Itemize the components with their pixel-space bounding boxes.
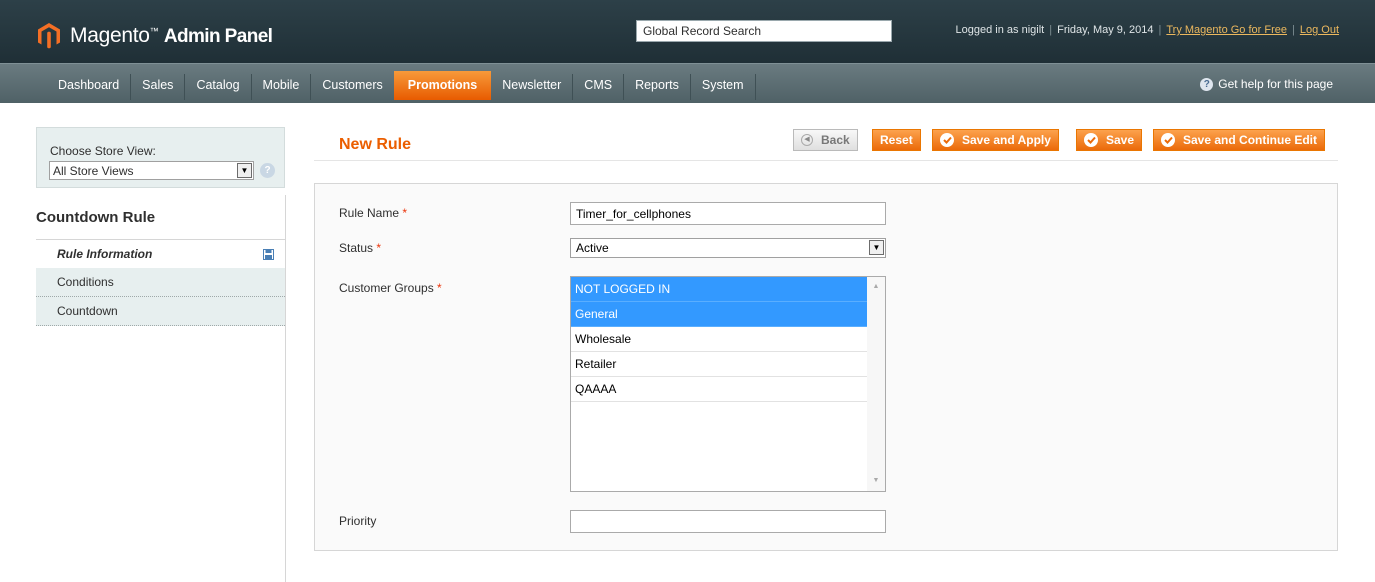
status-value: Active xyxy=(576,241,609,255)
nav-item-sales[interactable]: Sales xyxy=(131,74,186,100)
group-option-wholesale[interactable]: Wholesale xyxy=(571,327,867,352)
checkmark-icon xyxy=(1161,133,1175,147)
store-help-icon[interactable]: ? xyxy=(260,163,275,178)
current-date: Friday, May 9, 2014 xyxy=(1057,24,1154,36)
priority-input[interactable] xyxy=(570,510,886,533)
required-mark: * xyxy=(402,206,408,220)
main-navigation: Dashboard Sales Catalog Mobile Customers… xyxy=(0,63,1375,103)
help-label: Get help for this page xyxy=(1218,77,1333,91)
checkmark-icon xyxy=(1084,133,1098,147)
nav-item-promotions[interactable]: Promotions xyxy=(393,71,492,100)
save-and-continue-edit-button[interactable]: Save and Continue Edit xyxy=(1153,129,1326,151)
reset-button[interactable]: Reset xyxy=(872,129,921,151)
back-label: Back xyxy=(821,133,850,147)
tab-label: Conditions xyxy=(57,275,114,289)
group-option-qaaaa[interactable]: QAAAA xyxy=(571,377,867,402)
tab-conditions[interactable]: Conditions xyxy=(36,268,285,297)
save-label: Save xyxy=(1106,133,1135,147)
app-subtitle: Admin Panel xyxy=(163,26,273,47)
save-and-apply-label: Save and Apply xyxy=(962,133,1051,147)
reset-label: Reset xyxy=(880,133,913,147)
separator: | xyxy=(1049,24,1053,36)
required-mark: * xyxy=(376,241,382,255)
customer-groups-label: Customer Groups * xyxy=(339,281,442,295)
tab-label: Rule Information xyxy=(57,247,153,261)
back-button[interactable]: ◀ Back xyxy=(793,129,858,151)
admin-header: Magento™ Admin Panel Logged in as nigilt… xyxy=(0,0,1375,63)
rule-name-label: Rule Name * xyxy=(339,206,408,220)
sidebar-title: Countdown Rule xyxy=(36,209,156,226)
store-switcher-label: Choose Store View: xyxy=(50,144,156,158)
global-record-search-input[interactable] xyxy=(636,20,892,42)
trademark-mark: ™ xyxy=(149,26,159,36)
status-select[interactable]: Active ▼ xyxy=(570,238,886,258)
nav-item-system[interactable]: System xyxy=(691,74,756,100)
customer-groups-multiselect[interactable]: NOT LOGGED IN General Wholesale Retailer… xyxy=(570,276,886,492)
try-magento-go-link[interactable]: Try Magento Go for Free xyxy=(1166,24,1287,36)
required-mark: * xyxy=(437,281,442,295)
app-title: Magento™ Admin Panel xyxy=(70,24,273,47)
nav-item-customers[interactable]: Customers xyxy=(311,74,393,100)
priority-label: Priority xyxy=(339,514,377,528)
logged-in-text: Logged in as nigilt xyxy=(955,24,1045,36)
rule-tabs: Rule Information Conditions Countdown xyxy=(36,239,285,326)
nav-item-cms[interactable]: CMS xyxy=(573,74,625,100)
checkmark-icon xyxy=(940,133,954,147)
scroll-up-icon[interactable]: ▲ xyxy=(867,279,885,295)
header-user-info: Logged in as nigilt | Friday, May 9, 2014 |… xyxy=(956,24,1339,36)
page-title: New Rule xyxy=(339,136,412,153)
back-arrow-icon: ◀ xyxy=(801,134,813,146)
logout-link[interactable]: Log Out xyxy=(1300,24,1339,36)
rule-name-input[interactable] xyxy=(570,202,886,225)
group-option-general[interactable]: General xyxy=(571,302,867,327)
magento-logo-icon xyxy=(38,23,60,49)
chevron-down-icon: ▼ xyxy=(237,163,252,178)
nav-item-mobile[interactable]: Mobile xyxy=(252,74,312,100)
group-option-retailer[interactable]: Retailer xyxy=(571,352,867,377)
group-option-not-logged-in[interactable]: NOT LOGGED IN xyxy=(571,277,867,302)
tab-label: Countdown xyxy=(57,304,118,318)
nav-item-catalog[interactable]: Catalog xyxy=(185,74,252,100)
nav-item-reports[interactable]: Reports xyxy=(624,74,691,100)
help-link[interactable]: ? Get help for this page xyxy=(1200,77,1333,91)
nav-item-dashboard[interactable]: Dashboard xyxy=(50,74,132,100)
save-and-apply-button[interactable]: Save and Apply xyxy=(932,129,1059,151)
magento-logo[interactable]: Magento™ Admin Panel xyxy=(38,22,273,50)
sidebar-divider xyxy=(285,195,286,582)
help-icon: ? xyxy=(1200,77,1214,91)
chevron-down-icon: ▼ xyxy=(869,240,884,255)
store-view-value: All Store Views xyxy=(53,164,134,178)
title-divider xyxy=(314,160,1338,161)
save-disk-icon xyxy=(263,249,274,260)
store-view-select[interactable]: All Store Views ▼ xyxy=(49,161,254,180)
save-button[interactable]: Save xyxy=(1076,129,1143,151)
separator: | xyxy=(1158,24,1162,36)
nav-item-newsletter[interactable]: Newsletter xyxy=(491,74,574,100)
scrollbar[interactable]: ▲ ▼ xyxy=(867,277,885,491)
tab-countdown[interactable]: Countdown xyxy=(36,297,285,326)
store-switcher: Choose Store View: All Store Views ▼ ? xyxy=(36,127,285,188)
save-and-continue-edit-label: Save and Continue Edit xyxy=(1183,133,1318,147)
scroll-down-icon[interactable]: ▼ xyxy=(867,473,885,489)
status-label: Status * xyxy=(339,241,382,255)
separator: | xyxy=(1292,24,1295,36)
tab-rule-information[interactable]: Rule Information xyxy=(36,239,285,268)
